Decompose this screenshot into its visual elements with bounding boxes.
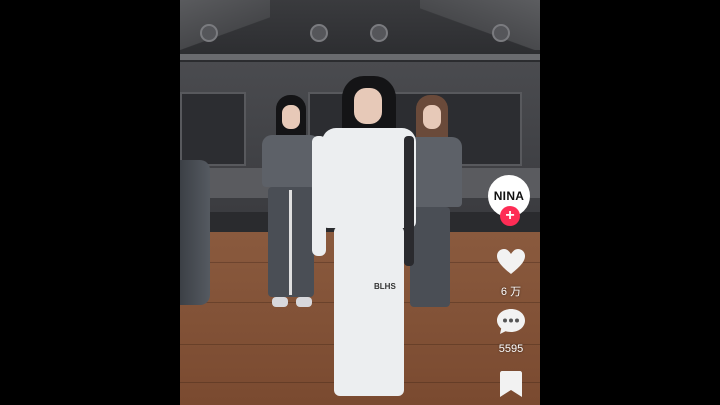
dancer-center: BLHS [312,76,426,405]
ceiling-light [370,24,388,42]
bookmark-icon [500,371,522,397]
follow-button[interactable]: + [500,206,520,226]
like-count: 6 万 [500,286,522,298]
ceiling-beam-right [420,0,540,50]
avatar-logo-text: NINA [493,189,525,203]
ceiling-beam-left [180,0,270,50]
save-button[interactable] [488,370,534,403]
ceiling-light [200,24,218,42]
ceiling-light [310,24,328,42]
like-button[interactable]: 6 万 [488,248,534,299]
pants-print: BLHS [374,282,396,291]
partial-dancer-left [180,160,210,305]
comment-count: 5595 [498,343,524,355]
wall-mirror-panel [180,92,246,166]
heart-icon [497,249,525,274]
wall-rail [180,54,540,60]
comment-button[interactable]: 5595 [488,308,534,355]
ceiling-light [492,24,510,42]
video-frame[interactable]: BLHS [180,0,540,405]
comment-bubble-icon [497,309,525,334]
